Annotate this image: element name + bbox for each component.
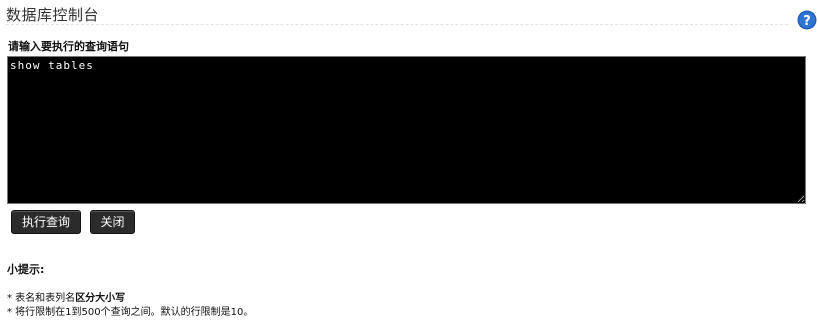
- header-divider: [6, 24, 788, 25]
- page: 数据库控制台 ? 请输入要执行的查询语句 执行查询 关闭 小提示: * 表名和表…: [0, 0, 818, 323]
- tip-case-sensitive: * 表名和表列名区分大小写: [7, 289, 125, 304]
- tip-row-limit: * 将行限制在1到500个查询之间。默认的行限制是10。: [7, 303, 253, 318]
- tip-text: 将行限制在1到500个查询之间。默认的行限制是10。: [12, 307, 254, 318]
- svg-text:?: ?: [803, 14, 811, 29]
- close-button[interactable]: 关闭: [90, 210, 135, 234]
- execute-query-button[interactable]: 执行查询: [11, 210, 81, 234]
- query-label: 请输入要执行的查询语句: [8, 40, 129, 53]
- help-icon[interactable]: ?: [797, 10, 817, 30]
- tips-title: 小提示:: [7, 263, 45, 276]
- query-textarea[interactable]: [7, 56, 806, 204]
- page-title: 数据库控制台: [6, 6, 100, 24]
- header: 数据库控制台 ?: [0, 0, 818, 30]
